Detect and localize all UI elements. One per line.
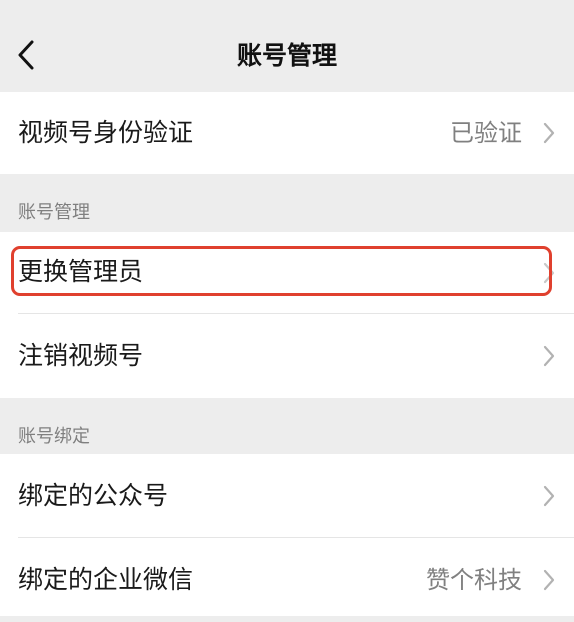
- bound-official-account-label: 绑定的公众号: [18, 481, 169, 510]
- bound-wecom-value: 赞个科技: [426, 566, 522, 594]
- deregister-channel-row[interactable]: 注销视频号: [0, 314, 574, 398]
- section-header-account: 账号管理: [0, 174, 574, 232]
- bound-wecom-label: 绑定的企业微信: [18, 565, 194, 594]
- identity-verification-label: 视频号身份验证: [18, 118, 194, 147]
- bound-official-account-row[interactable]: 绑定的公众号: [0, 454, 574, 538]
- identity-verification-row[interactable]: 视频号身份验证 已验证: [0, 92, 574, 174]
- chevron-right-icon: [543, 345, 555, 367]
- section-header-binding: 账号绑定: [0, 398, 574, 454]
- deregister-channel-label: 注销视频号: [18, 341, 144, 370]
- highlight-box: [11, 246, 552, 296]
- section-title-account: 账号管理: [18, 202, 90, 223]
- chevron-right-icon: [543, 122, 555, 144]
- identity-verification-status: 已验证: [450, 119, 522, 147]
- chevron-right-icon: [543, 569, 555, 591]
- bound-wecom-row[interactable]: 绑定的企业微信 赞个科技: [0, 538, 574, 616]
- page-title: 账号管理: [236, 41, 337, 70]
- chevron-right-icon: [543, 485, 555, 507]
- navigation-bar: 账号管理: [0, 0, 574, 92]
- section-title-binding: 账号绑定: [18, 426, 90, 447]
